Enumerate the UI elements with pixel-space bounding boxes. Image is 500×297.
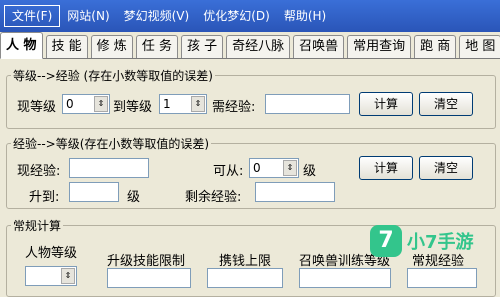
tab-children[interactable]: 孩 子 <box>180 35 224 58</box>
exp-to-level-group: 经验-->等级(存在小数等取值的误差) 现经验: 可从: 0 ⇕ 级 计算 清空… <box>6 135 496 209</box>
exp-to-level-title: 经验-->等级(存在小数等取值的误差) <box>11 135 212 152</box>
need-exp-label: 需经验: <box>212 100 256 115</box>
upgrade-to-label: 升到: <box>29 190 60 205</box>
tab-strip: 人 物 技 能 修 炼 任 务 孩 子 奇经八脉 召唤兽 常用查询 跑 商 地 … <box>0 32 500 59</box>
target-level-value: 1 <box>163 97 171 111</box>
tab-trading[interactable]: 跑 商 <box>414 35 457 58</box>
can-from-label: 可从: <box>213 164 244 179</box>
can-from-spinner[interactable]: 0 ⇕ <box>249 158 299 178</box>
upgrade-unit-label: 级 <box>127 190 141 205</box>
tab-character[interactable]: 人 物 <box>0 32 43 59</box>
spinner-arrows-icon[interactable]: ⇕ <box>283 160 297 176</box>
tab-summons[interactable]: 召唤兽 <box>293 35 345 58</box>
menu-optimize[interactable]: 优化梦幻(D) <box>196 6 277 26</box>
normal-exp-field[interactable] <box>407 268 477 288</box>
target-level-spinner[interactable]: 1 ⇕ <box>159 94 207 114</box>
watermark: 7 小7手游 <box>370 225 474 257</box>
tab-common-lookup[interactable]: 常用查询 <box>347 35 412 58</box>
menu-file[interactable]: 文件(F) <box>4 5 61 27</box>
spinner-arrows-icon[interactable]: ⇕ <box>191 96 205 112</box>
remain-exp-label: 剩余经验: <box>185 190 242 205</box>
tab-map[interactable]: 地 图 <box>459 35 500 58</box>
menu-website[interactable]: 网站(N) <box>60 6 116 26</box>
normal-calc-title: 常规计算 <box>11 217 64 234</box>
calc-button-2[interactable]: 计算 <box>359 156 413 180</box>
target-level-label: 到等级 <box>113 100 153 115</box>
spinner-arrows-icon[interactable]: ⇕ <box>94 96 108 112</box>
current-level-label: 现等级 <box>17 100 57 115</box>
header-character-level: 人物等级 <box>25 246 78 261</box>
header-skill-limit: 升级技能限制 <box>107 254 186 269</box>
clear-button-1[interactable]: 清空 <box>419 92 473 116</box>
menu-help[interactable]: 帮助(H) <box>277 6 333 26</box>
clear-button-2[interactable]: 清空 <box>419 156 473 180</box>
can-from-value: 0 <box>253 161 261 175</box>
level-to-exp-title: 等级-->经验 (存在小数等取值的误差) <box>11 67 215 84</box>
need-exp-field[interactable] <box>265 94 350 114</box>
spinner-arrows-icon[interactable]: ⇕ <box>61 268 75 284</box>
tab-meridians[interactable]: 奇经八脉 <box>226 35 291 58</box>
menu-bar: 文件(F) 网站(N) 梦幻视频(V) 优化梦幻(D) 帮助(H) <box>0 0 500 32</box>
money-limit-field[interactable] <box>207 268 283 288</box>
tab-cultivation[interactable]: 修 炼 <box>90 35 133 58</box>
calc-button-1[interactable]: 计算 <box>359 92 413 116</box>
header-money-limit: 携钱上限 <box>219 254 272 269</box>
current-exp-label: 现经验: <box>17 164 61 179</box>
current-exp-field[interactable] <box>69 158 149 178</box>
level-to-exp-group: 等级-->经验 (存在小数等取值的误差) 现等级 0 ⇕ 到等级 1 ⇕ 需经验… <box>6 67 496 129</box>
tab-quests[interactable]: 任 务 <box>135 35 178 58</box>
current-level-spinner[interactable]: 0 ⇕ <box>62 94 110 114</box>
watermark-text: 小7手游 <box>407 232 474 253</box>
remain-exp-field[interactable] <box>255 182 335 202</box>
skill-limit-field[interactable] <box>107 268 191 288</box>
menu-video[interactable]: 梦幻视频(V) <box>117 6 197 26</box>
upgrade-to-field[interactable] <box>69 182 119 202</box>
character-level-spinner[interactable]: ⇕ <box>25 266 77 286</box>
watermark-logo-icon: 7 <box>370 225 402 257</box>
tab-skills[interactable]: 技 能 <box>45 35 88 58</box>
level-unit-label: 级 <box>303 164 317 179</box>
summon-train-field[interactable] <box>299 268 391 288</box>
current-level-value: 0 <box>66 97 74 111</box>
